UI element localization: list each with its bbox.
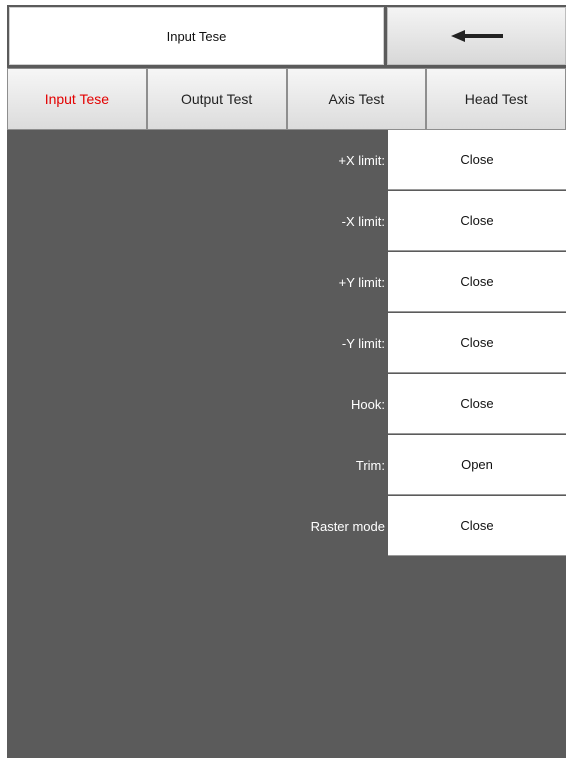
input-status-list: +X limit: Close -X limit: Close +Y limit…	[7, 130, 566, 557]
page-title: Input Tese	[9, 7, 384, 65]
status-value: Close	[388, 130, 566, 190]
tab-head-test[interactable]: Head Test	[426, 68, 566, 130]
status-value: Close	[388, 374, 566, 434]
status-value: Close	[388, 496, 566, 556]
status-row-minus-y-limit: -Y limit: Close	[7, 313, 566, 374]
tab-axis-test[interactable]: Axis Test	[286, 68, 427, 130]
input-test-screen: Input Tese Input Tese Output Test Axis T…	[7, 5, 566, 758]
status-label: Raster mode	[310, 519, 385, 534]
title-bar: Input Tese	[7, 5, 566, 68]
tab-input-test[interactable]: Input Tese	[7, 68, 147, 130]
status-row-minus-x-limit: -X limit: Close	[7, 191, 566, 252]
status-row-plus-y-limit: +Y limit: Close	[7, 252, 566, 313]
status-row-plus-x-limit: +X limit: Close	[7, 130, 566, 191]
status-row-hook: Hook: Close	[7, 374, 566, 435]
status-value: Close	[388, 252, 566, 312]
status-value: Close	[388, 191, 566, 251]
arrow-left-icon	[450, 30, 503, 42]
status-row-trim: Trim: Open	[7, 435, 566, 496]
test-tabs: Input Tese Output Test Axis Test Head Te…	[7, 68, 566, 130]
status-label: +X limit:	[338, 153, 385, 168]
status-label: +Y limit:	[338, 275, 385, 290]
status-label: Hook:	[351, 397, 385, 412]
status-label: -Y limit:	[341, 336, 385, 351]
status-value: Close	[388, 313, 566, 373]
status-value: Open	[388, 435, 566, 495]
status-row-raster-mode: Raster mode Close	[7, 496, 566, 557]
status-label: -X limit:	[341, 214, 385, 229]
back-button[interactable]	[387, 7, 566, 65]
status-label: Trim:	[355, 458, 385, 473]
tab-output-test[interactable]: Output Test	[146, 68, 287, 130]
